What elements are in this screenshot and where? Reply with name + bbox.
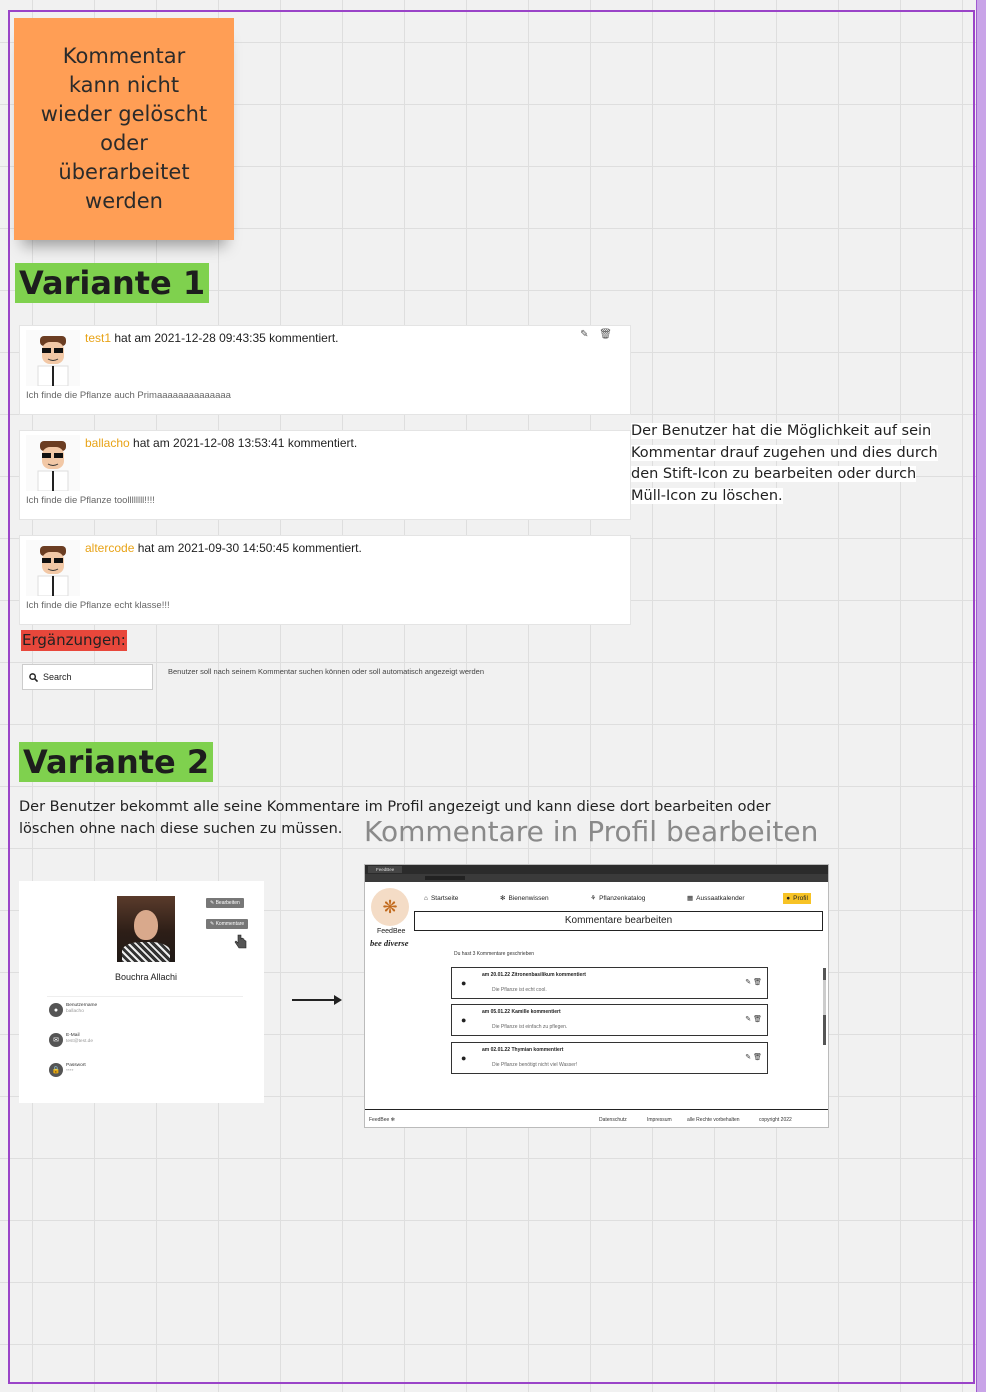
- search-input[interactable]: Search: [22, 664, 153, 690]
- edit-delete-icons[interactable]: ✎🗑: [745, 1015, 764, 1023]
- bee-icon: ✻: [500, 895, 506, 902]
- footer-copyright: copyright 2022: [759, 1117, 792, 1123]
- edit-delete-icons[interactable]: ✎🗑: [745, 978, 764, 986]
- main-nav: ⌂ Startseite ✻ Bienenwissen ⚘ Pflanzenkatal…: [421, 890, 811, 906]
- nav-aussaatkalender[interactable]: ▦ Aussaatkalender: [684, 892, 748, 904]
- search-note: Benutzer soll nach seinem Kommentar such…: [168, 667, 485, 676]
- avatar-icon: [26, 540, 80, 596]
- profile-row-email: ✉ E-Mail test@test.de: [49, 1033, 93, 1047]
- comment-user-link[interactable]: ballacho: [85, 436, 130, 450]
- hand-cursor-icon: [234, 934, 247, 949]
- comment-body: Ich finde die Pflanze toollllllll!!!!: [26, 495, 155, 506]
- bee-icon: ✻: [390, 1117, 395, 1123]
- brand-slogan: bee diverse: [370, 938, 409, 948]
- profile-comment: ● am 20.01.22 Zitronenbasilikum kommenti…: [451, 967, 768, 999]
- nav-bienenwissen[interactable]: ✻ Bienenwissen: [497, 892, 552, 904]
- browser-tabs: FeedBee: [365, 865, 828, 874]
- calendar-icon: ▦: [686, 895, 694, 902]
- feedbee-logo-icon[interactable]: ❋: [371, 888, 409, 926]
- profile-name: Bouchra Allachi: [114, 972, 178, 982]
- comment-body: Ich finde die Pflanze echt klasse!!!: [26, 600, 170, 611]
- user-icon: ●: [49, 1003, 63, 1017]
- footer-impressum[interactable]: Impressum: [647, 1117, 672, 1123]
- arrow: [292, 995, 342, 1005]
- comment-body: Ich finde die Pflanze auch Primaaaaaaaaa…: [26, 390, 231, 401]
- right-scroll-strip[interactable]: [976, 0, 986, 1392]
- comment-card: test1 hat am 2021-12-28 09:43:35 komment…: [19, 325, 631, 415]
- divider: [47, 996, 243, 997]
- avatar-icon: [26, 330, 80, 386]
- profile-edit-title: Kommentare in Profil bearbeiten: [364, 815, 819, 848]
- comment-count: Du hast 3 Kommentare geschrieben: [454, 951, 535, 957]
- browser-tab[interactable]: FeedBee: [368, 866, 403, 873]
- browser-mockup: FeedBee ❋ FeedBee bee diverse ⌂ Startseit…: [364, 864, 829, 1128]
- edit-comments-heading: Kommentare bearbeiten: [414, 911, 823, 931]
- avatar-icon: [26, 435, 80, 491]
- browser-url-bar[interactable]: [365, 874, 828, 882]
- edit-delete-icons[interactable]: ✎ 🗑: [580, 329, 616, 340]
- comment-user-link[interactable]: test1: [85, 331, 111, 345]
- variant2-title: Variante 2: [19, 742, 214, 782]
- user-icon: ●: [786, 894, 791, 902]
- variant1-description: Der Benutzer hat die Möglichkeit auf sei…: [631, 423, 938, 504]
- scrollbar[interactable]: [823, 968, 826, 1045]
- lock-icon: 🔒: [49, 1063, 63, 1077]
- footer-datenschutz[interactable]: Datenschutz: [599, 1117, 627, 1123]
- footer-brand: FeedBee ✻: [369, 1117, 395, 1123]
- sticky-note[interactable]: Kommentar kann nicht wieder gelöscht ode…: [14, 18, 234, 240]
- comment-user-link[interactable]: altercode: [85, 541, 134, 555]
- mail-icon: ✉: [49, 1033, 63, 1047]
- nav-profil[interactable]: ● Profil: [783, 892, 811, 904]
- user-icon: ●: [461, 1053, 467, 1063]
- comment-header: test1 hat am 2021-12-28 09:43:35 komment…: [85, 331, 339, 345]
- comment-header: ballacho hat am 2021-12-08 13:53:41 komm…: [85, 436, 358, 450]
- brand-name: FeedBee: [377, 928, 406, 935]
- comments-button[interactable]: ✎ Kommentare: [206, 919, 249, 929]
- page-footer: FeedBee ✻ Datenschutz Impressum alle Rec…: [365, 1109, 828, 1127]
- profile-row-username: ● Benutzername ballacho: [49, 1003, 97, 1017]
- user-icon: ●: [461, 1015, 467, 1025]
- search-icon: [29, 672, 38, 682]
- plant-icon: ⚘: [590, 895, 597, 902]
- variant1-title: Variante 1: [15, 263, 210, 303]
- additions-label: Ergänzungen:: [21, 630, 127, 651]
- profile-row-password: 🔒 Passwort ****: [49, 1063, 86, 1077]
- nav-pflanzenkatalog[interactable]: ⚘ Pflanzenkatalog: [587, 892, 648, 904]
- footer-rights: alle Rechte vorbehalten: [687, 1117, 740, 1123]
- search-placeholder: Search: [43, 672, 72, 682]
- edit-delete-icons[interactable]: ✎🗑: [745, 1053, 764, 1061]
- comment-header: altercode hat am 2021-09-30 14:50:45 kom…: [85, 541, 362, 555]
- user-icon: ●: [461, 978, 467, 988]
- profile-comment: ● am 02.01.22 Thymian kommentiert Die Pf…: [451, 1042, 768, 1074]
- home-icon: ⌂: [424, 894, 428, 902]
- comment-card: altercode hat am 2021-09-30 14:50:45 kom…: [19, 535, 631, 625]
- edit-profile-button[interactable]: ✎ Bearbeiten: [206, 898, 244, 908]
- comment-card: ballacho hat am 2021-12-08 13:53:41 komm…: [19, 430, 631, 520]
- profile-photo: [117, 896, 175, 962]
- profile-card: Bouchra Allachi ✎ Bearbeiten ✎ Kommentar…: [19, 881, 264, 1103]
- profile-comment: ● am 05.01.22 Kamille kommentiert Die Pf…: [451, 1004, 768, 1036]
- nav-startseite[interactable]: ⌂ Startseite: [421, 893, 461, 904]
